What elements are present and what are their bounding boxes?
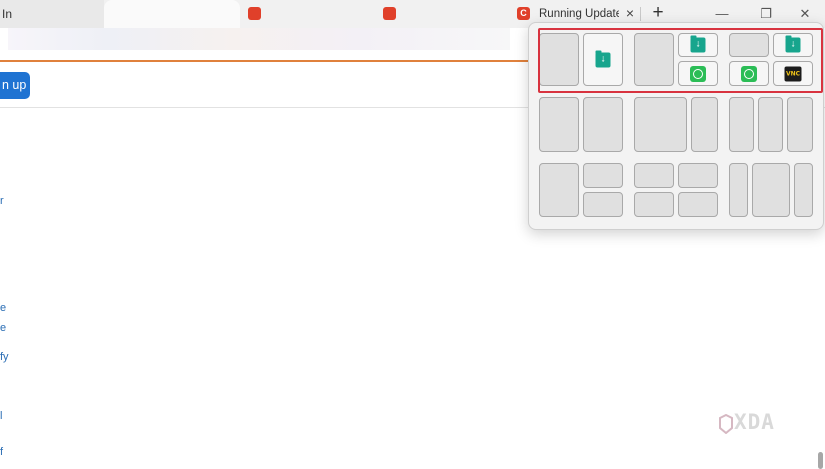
link-fragment[interactable]: f xyxy=(0,446,3,458)
tab-partial[interactable]: In xyxy=(0,0,104,28)
snap-zone[interactable] xyxy=(678,163,718,188)
snap-zone[interactable] xyxy=(787,97,813,152)
maximize-icon[interactable]: ❐ xyxy=(757,5,775,23)
snap-zone[interactable] xyxy=(729,163,748,217)
snap-zone[interactable] xyxy=(539,97,579,152)
sign-up-button[interactable]: n up xyxy=(0,72,30,99)
tab-favicon xyxy=(383,7,396,20)
snap-zone[interactable] xyxy=(758,97,783,152)
snap-zone[interactable] xyxy=(678,192,718,217)
tab-blank-3[interactable] xyxy=(374,0,512,28)
snap-zone[interactable] xyxy=(634,163,674,188)
close-window-icon[interactable]: ✕ xyxy=(796,5,814,23)
link-fragment[interactable]: r xyxy=(0,195,4,207)
snap-zone[interactable] xyxy=(729,97,754,152)
xda-watermark-logo: XDA xyxy=(718,410,798,438)
close-tab-icon[interactable]: × xyxy=(624,6,636,20)
tab-favicon xyxy=(248,7,261,20)
tab-title: In xyxy=(2,7,13,21)
link-fragment[interactable]: fy xyxy=(0,351,9,363)
snap-zone[interactable] xyxy=(691,97,718,152)
link-fragment[interactable]: l xyxy=(0,410,2,422)
snap-zone[interactable] xyxy=(634,97,687,152)
xda-mark-icon xyxy=(719,414,733,434)
snap-zone[interactable] xyxy=(539,163,579,217)
selected-layouts-highlight xyxy=(538,28,823,93)
snap-zone[interactable] xyxy=(794,163,813,217)
tab-title: Running Updates xyxy=(539,8,619,20)
link-fragment[interactable]: e xyxy=(0,322,6,334)
link-fragment[interactable]: e xyxy=(0,302,6,314)
minimize-icon[interactable]: — xyxy=(713,5,731,23)
tab-favicon: C xyxy=(517,7,530,20)
new-tab-button[interactable]: + xyxy=(648,3,668,23)
blurred-page-header xyxy=(8,28,510,50)
snap-zone[interactable] xyxy=(752,163,790,217)
tab-blank-2[interactable] xyxy=(240,0,374,28)
header-divider xyxy=(0,60,530,62)
snap-zone[interactable] xyxy=(634,192,674,217)
tab-blank[interactable] xyxy=(104,0,240,28)
snap-zone[interactable] xyxy=(583,163,623,188)
snap-zone[interactable] xyxy=(583,192,623,217)
snap-zone[interactable] xyxy=(583,97,623,152)
tab-divider xyxy=(640,7,641,21)
scrollbar-thumb[interactable] xyxy=(818,452,823,469)
watermark-text: XDA xyxy=(734,410,775,434)
